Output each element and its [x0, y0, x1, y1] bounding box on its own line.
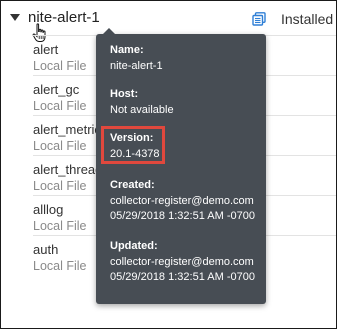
source-name: alert_thread [33, 162, 103, 177]
collector-header[interactable]: nite-alert-1 Installed [1, 1, 336, 42]
document-stack-icon[interactable] [252, 12, 266, 26]
source-type: Local File [33, 139, 87, 153]
host-value: Not available [110, 104, 174, 116]
version-label: Version: [110, 132, 154, 144]
source-type: Local File [33, 99, 87, 113]
name-value: nite-alert-1 [110, 60, 163, 72]
updated-label: Updated: [110, 240, 158, 252]
source-name: alert [33, 42, 59, 57]
created-at: 05/29/2018 1:32:51 AM -0700 [110, 210, 255, 222]
name-label: Name: [110, 44, 144, 56]
status-label: Installed [281, 11, 334, 27]
created-label: Created: [110, 179, 155, 191]
source-name: alert_metric [33, 122, 101, 137]
updated-at: 05/29/2018 1:32:51 AM -0700 [110, 271, 255, 283]
source-name: alert_gc [33, 82, 80, 97]
created-by: collector-register@demo.com [110, 195, 254, 207]
source-name: alllog [33, 202, 64, 217]
collector-panel: nite-alert-1 Installed alert Local File … [0, 0, 337, 329]
source-type: Local File [33, 259, 87, 273]
host-label: Host: [110, 88, 139, 100]
caret-down-icon[interactable] [10, 14, 20, 21]
source-type: Local File [33, 179, 87, 193]
version-value: 20.1-4378 [110, 148, 160, 160]
updated-by: collector-register@demo.com [110, 256, 254, 268]
source-type: Local File [33, 219, 87, 233]
collector-info-tooltip: Name: nite-alert-1 Host: Not available V… [96, 28, 266, 304]
source-name: auth [33, 242, 59, 257]
source-type: Local File [33, 59, 87, 73]
